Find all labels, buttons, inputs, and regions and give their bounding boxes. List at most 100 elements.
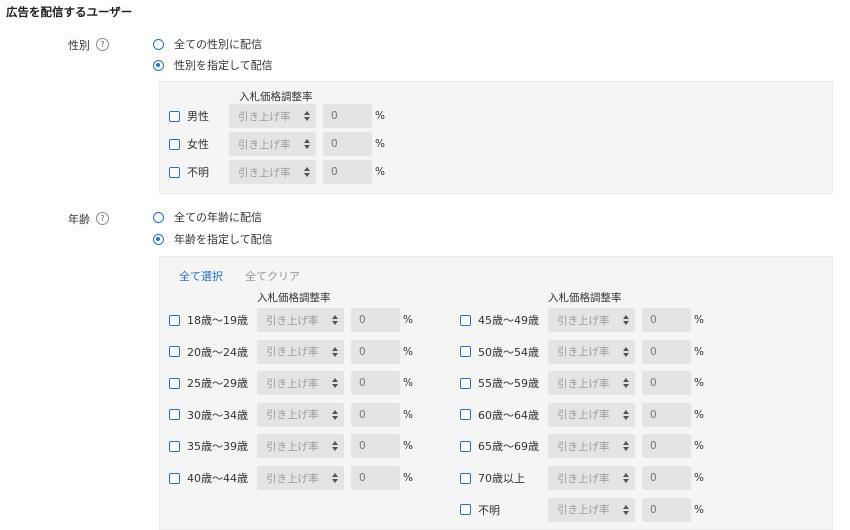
bid-adjust-value: 0: [650, 440, 657, 453]
table-row: 70歳以上 引き上げ率 0%: [460, 466, 704, 490]
gender-help-icon[interactable]: ?: [96, 38, 109, 51]
radio-checked-icon[interactable]: [153, 233, 164, 245]
bid-adjust-value-input[interactable]: 0: [351, 402, 400, 427]
checkbox[interactable]: [460, 346, 471, 358]
bid-adjust-type-select[interactable]: 引き上げ率: [548, 497, 635, 522]
bid-adjust-type-select[interactable]: 引き上げ率: [257, 308, 344, 332]
bid-adjust-type-select[interactable]: 引き上げ率: [257, 371, 344, 396]
bid-adjust-value: 0: [359, 345, 366, 358]
bid-adjust-value: 0: [650, 408, 657, 421]
bid-adjust-value-input[interactable]: 0: [351, 308, 400, 332]
checkbox[interactable]: [169, 440, 180, 452]
bid-adjust-type-select[interactable]: 引き上げ率: [229, 104, 316, 128]
table-row: 55歳～59歳 引き上げ率 0%: [460, 371, 704, 396]
radio-checked-icon[interactable]: [153, 59, 164, 71]
bid-adjust-type-select[interactable]: 引き上げ率: [548, 466, 635, 490]
checkbox[interactable]: [169, 409, 180, 421]
bid-adjust-type-value: 引き上げ率: [266, 440, 319, 453]
percent-unit: %: [694, 345, 704, 358]
gender-label: 性別: [68, 39, 90, 52]
row-label: 55歳～59歳: [478, 377, 539, 391]
age-radio-specify[interactable]: 年齢を指定して配信: [153, 231, 273, 247]
bid-adjust-value-input[interactable]: 0: [642, 466, 691, 490]
checkbox[interactable]: [460, 472, 471, 484]
bid-adjust-type-select[interactable]: 引き上げ率: [548, 434, 635, 459]
bid-adjust-value-input[interactable]: 0: [642, 308, 691, 332]
checkbox[interactable]: [169, 314, 180, 326]
row-label: 50歳～54歳: [478, 345, 539, 359]
bid-adjust-value-input[interactable]: 0: [323, 160, 372, 184]
gender-radio-specify[interactable]: 性別を指定して配信: [153, 57, 273, 73]
select-all-link[interactable]: 全て選択: [179, 268, 223, 284]
bid-adjust-type-select[interactable]: 引き上げ率: [548, 371, 635, 396]
bid-adjust-type-select[interactable]: 引き上げ率: [257, 434, 344, 459]
bid-adjust-value-input[interactable]: 0: [351, 466, 400, 490]
bid-adjust-value-input[interactable]: 0: [351, 339, 400, 364]
checkbox[interactable]: [460, 314, 471, 326]
bid-adjust-type-select[interactable]: 引き上げ率: [257, 402, 344, 427]
bid-adjust-type-select[interactable]: 引き上げ率: [548, 339, 635, 364]
radio-unchecked-icon[interactable]: [153, 38, 164, 50]
bid-adjust-value-input[interactable]: 0: [351, 434, 400, 459]
select-arrows-icon: [623, 409, 629, 420]
table-row: 男性 引き上げ率 0%: [169, 104, 385, 128]
bid-adjust-value: 0: [359, 472, 366, 484]
select-arrows-icon: [623, 315, 629, 325]
bid-adjust-type-select[interactable]: 引き上げ率: [257, 466, 344, 490]
percent-unit: %: [375, 110, 385, 122]
bid-adjust-value: 0: [650, 377, 657, 390]
select-arrows-icon: [332, 378, 338, 389]
bid-adjust-value-input[interactable]: 0: [642, 497, 691, 522]
bid-adjust-type-value: 引き上げ率: [557, 472, 610, 485]
bid-adjust-type-value: 引き上げ率: [557, 346, 610, 359]
clear-all-link[interactable]: 全てクリア: [245, 268, 300, 284]
checkbox[interactable]: [169, 377, 180, 389]
percent-unit: %: [694, 377, 704, 390]
bid-adjust-value-input[interactable]: 0: [351, 371, 400, 396]
row-label: 35歳～39歳: [187, 440, 248, 454]
gender-radio-all[interactable]: 全ての性別に配信: [153, 36, 262, 52]
table-row: 20歳～24歳 引き上げ率 0%: [169, 339, 413, 364]
checkbox[interactable]: [460, 440, 471, 452]
checkbox[interactable]: [169, 138, 180, 150]
bid-adjust-type-select[interactable]: 引き上げ率: [257, 339, 344, 364]
select-arrows-icon: [623, 378, 629, 389]
bid-adjust-value-input[interactable]: 0: [323, 104, 372, 128]
bid-adjust-type-select[interactable]: 引き上げ率: [229, 160, 316, 184]
bid-adjust-type-select[interactable]: 引き上げ率: [229, 132, 316, 156]
table-row: 45歳～49歳 引き上げ率 0%: [460, 308, 704, 332]
age-right-bid-adjust-header: 入札価格調整率: [548, 292, 622, 304]
age-radio-specify-label: 年齢を指定して配信: [174, 233, 273, 246]
bid-adjust-value-input[interactable]: 0: [642, 434, 691, 459]
checkbox[interactable]: [460, 377, 471, 389]
table-row: 30歳～34歳 引き上げ率 0%: [169, 402, 413, 427]
table-row: 65歳～69歳 引き上げ率 0%: [460, 434, 704, 459]
percent-unit: %: [694, 314, 704, 326]
bid-adjust-value-input[interactable]: 0: [642, 371, 691, 396]
select-arrows-icon: [623, 504, 629, 515]
bid-adjust-value-input[interactable]: 0: [642, 339, 691, 364]
table-row: 40歳～44歳 引き上げ率 0%: [169, 466, 413, 490]
gender-bid-adjust-header: 入札価格調整率: [239, 91, 313, 103]
percent-unit: %: [375, 166, 385, 178]
checkbox[interactable]: [169, 110, 180, 122]
bid-adjust-type-select[interactable]: 引き上げ率: [548, 402, 635, 427]
select-arrows-icon: [332, 441, 338, 452]
bid-adjust-type-value: 引き上げ率: [238, 138, 291, 151]
checkbox[interactable]: [169, 166, 180, 178]
checkbox[interactable]: [169, 346, 180, 358]
radio-unchecked-icon[interactable]: [153, 211, 164, 223]
age-radio-all[interactable]: 全ての年齢に配信: [153, 209, 262, 225]
bid-adjust-value-input[interactable]: 0: [642, 402, 691, 427]
bid-adjust-value: 0: [650, 345, 657, 358]
row-label: 25歳～29歳: [187, 377, 248, 391]
bid-adjust-type-value: 引き上げ率: [238, 110, 291, 123]
age-help-icon[interactable]: ?: [96, 212, 109, 225]
row-label: 18歳～19歳: [187, 314, 248, 327]
checkbox[interactable]: [169, 472, 180, 484]
bid-adjust-value-input[interactable]: 0: [323, 132, 372, 156]
checkbox[interactable]: [460, 409, 471, 421]
select-arrows-icon: [304, 139, 310, 149]
bid-adjust-type-select[interactable]: 引き上げ率: [548, 308, 635, 332]
checkbox[interactable]: [460, 504, 471, 516]
